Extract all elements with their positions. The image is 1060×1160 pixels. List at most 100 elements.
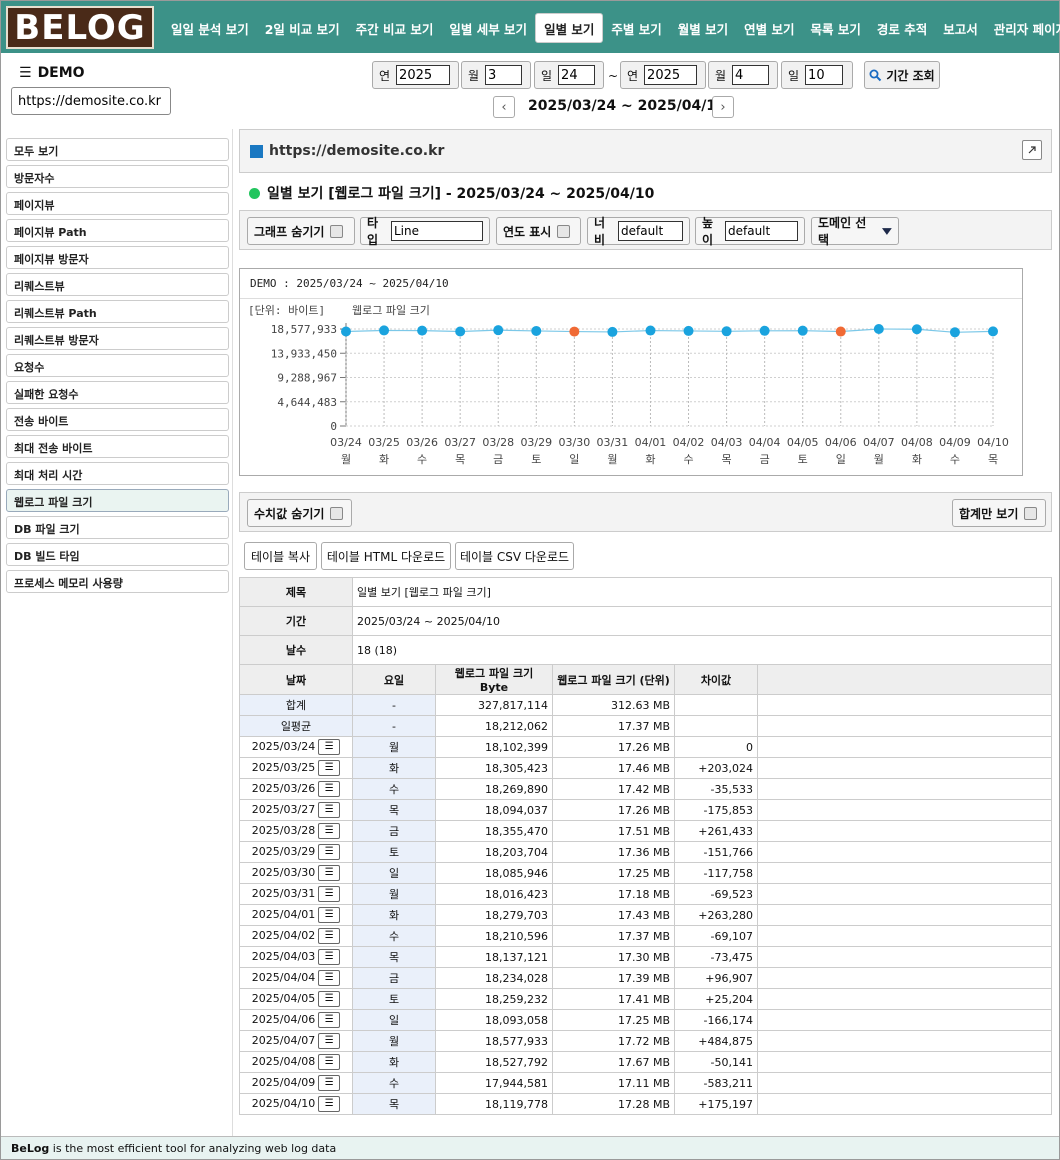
sidebar-item-4[interactable]: 페이지뷰 방문자 bbox=[6, 246, 229, 269]
row-detail-button[interactable]: ☰ bbox=[318, 886, 341, 902]
sidebar-item-15[interactable]: DB 빌드 타임 bbox=[6, 543, 229, 566]
prev-period-button[interactable]: ‹ bbox=[493, 96, 515, 118]
sidebar-item-8[interactable]: 요청수 bbox=[6, 354, 229, 377]
to-year-input[interactable] bbox=[644, 65, 698, 85]
hide-values-toggle[interactable]: 수치값 숨기기 bbox=[247, 499, 352, 527]
data-point[interactable] bbox=[569, 326, 580, 337]
col-header-unit[interactable]: 웹로그 파일 크기 (단위) bbox=[552, 664, 675, 695]
row-detail-button[interactable]: ☰ bbox=[318, 781, 341, 797]
nav-item-1[interactable]: 2일 비교 보기 bbox=[257, 13, 348, 43]
row-detail-button[interactable]: ☰ bbox=[318, 823, 341, 839]
type-input[interactable] bbox=[391, 221, 483, 241]
table-csv-download-button[interactable]: 테이블 CSV 다운로드 bbox=[455, 542, 574, 570]
data-point[interactable] bbox=[417, 325, 428, 336]
total-only-checkbox[interactable] bbox=[1024, 506, 1038, 520]
data-point[interactable] bbox=[493, 325, 504, 336]
from-day-input[interactable] bbox=[558, 65, 596, 85]
data-point[interactable] bbox=[988, 326, 998, 337]
sidebar-item-3[interactable]: 페이지뷰 Path bbox=[6, 219, 229, 242]
height-input[interactable] bbox=[725, 221, 798, 241]
from-month-input[interactable] bbox=[485, 65, 523, 85]
sidebar-item-11[interactable]: 최대 전송 바이트 bbox=[6, 435, 229, 458]
next-period-button[interactable]: › bbox=[712, 96, 734, 118]
row-detail-button[interactable]: ☰ bbox=[318, 991, 341, 1007]
sidebar-item-14[interactable]: DB 파일 크기 bbox=[6, 516, 229, 539]
nav-item-8[interactable]: 목록 보기 bbox=[803, 13, 869, 43]
sidebar-item-1[interactable]: 방문자수 bbox=[6, 165, 229, 188]
row-detail-button[interactable]: ☰ bbox=[318, 844, 341, 860]
row-detail-button[interactable]: ☰ bbox=[318, 1075, 341, 1091]
sidebar-item-10[interactable]: 전송 바이트 bbox=[6, 408, 229, 431]
col-header-dow[interactable]: 요일 bbox=[352, 664, 436, 695]
row-detail-button[interactable]: ☰ bbox=[318, 949, 341, 965]
row-detail-button[interactable]: ☰ bbox=[318, 1033, 341, 1049]
show-year-checkbox[interactable] bbox=[557, 224, 571, 238]
data-point[interactable] bbox=[683, 325, 694, 336]
row-detail-button[interactable]: ☰ bbox=[318, 1096, 341, 1112]
hide-graph-checkbox[interactable] bbox=[330, 224, 344, 238]
nav-item-9[interactable]: 경로 추적 bbox=[869, 13, 935, 43]
data-point[interactable] bbox=[873, 324, 884, 334]
belog-logo[interactable]: BELOG bbox=[6, 6, 154, 49]
menu-icon[interactable]: ☰ bbox=[19, 65, 32, 81]
row-detail-button[interactable]: ☰ bbox=[318, 1054, 341, 1070]
sidebar-item-0[interactable]: 모두 보기 bbox=[6, 138, 229, 161]
data-point[interactable] bbox=[797, 325, 808, 336]
from-year-input[interactable] bbox=[396, 65, 451, 85]
row-detail-button[interactable]: ☰ bbox=[318, 739, 341, 755]
hide-graph-toggle[interactable]: 그래프 숨기기 bbox=[247, 217, 355, 245]
data-point[interactable] bbox=[911, 324, 922, 335]
nav-item-0[interactable]: 일일 분석 보기 bbox=[163, 13, 257, 43]
nav-item-5[interactable]: 주별 보기 bbox=[603, 13, 669, 43]
nav-item-6[interactable]: 월별 보기 bbox=[670, 13, 736, 43]
table-html-download-button[interactable]: 테이블 HTML 다운로드 bbox=[321, 542, 451, 570]
sidebar-item-6[interactable]: 리퀘스트뷰 Path bbox=[6, 300, 229, 323]
data-point[interactable] bbox=[455, 326, 466, 337]
hide-values-checkbox[interactable] bbox=[330, 506, 344, 520]
data-point[interactable] bbox=[379, 325, 390, 336]
row-detail-button[interactable]: ☰ bbox=[318, 1012, 341, 1028]
site-selector[interactable]: ☰ DEMO bbox=[19, 65, 85, 81]
data-point[interactable] bbox=[341, 326, 351, 337]
col-header-diff[interactable]: 차이값 bbox=[674, 664, 758, 695]
to-day-input[interactable] bbox=[805, 65, 844, 85]
row-detail-button[interactable]: ☰ bbox=[318, 802, 341, 818]
data-point[interactable] bbox=[835, 326, 846, 337]
cell-blank bbox=[757, 946, 1052, 968]
query-period-button[interactable]: 기간 조회 bbox=[864, 61, 940, 89]
domain-select-button[interactable]: 도메인 선택 bbox=[811, 216, 899, 247]
nav-item-7[interactable]: 연별 보기 bbox=[736, 13, 802, 43]
nav-item-3[interactable]: 일별 세부 보기 bbox=[441, 13, 535, 43]
site-url-field[interactable] bbox=[11, 87, 171, 115]
nav-item-2[interactable]: 주간 비교 보기 bbox=[348, 13, 442, 43]
to-month-input[interactable] bbox=[732, 65, 770, 85]
sidebar-item-16[interactable]: 프로세스 메모리 사용량 bbox=[6, 570, 229, 593]
data-point[interactable] bbox=[531, 325, 542, 336]
table-copy-button[interactable]: 테이블 복사 bbox=[244, 542, 317, 570]
data-point[interactable] bbox=[645, 325, 656, 336]
row-detail-button[interactable]: ☰ bbox=[318, 970, 341, 986]
width-input[interactable] bbox=[618, 221, 683, 241]
col-header-date[interactable]: 날짜 bbox=[239, 664, 353, 695]
sidebar-item-9[interactable]: 실패한 요청수 bbox=[6, 381, 229, 404]
row-detail-button[interactable]: ☰ bbox=[318, 907, 341, 923]
data-point[interactable] bbox=[721, 326, 732, 337]
row-detail-button[interactable]: ☰ bbox=[318, 865, 341, 881]
row-detail-button[interactable]: ☰ bbox=[318, 760, 341, 776]
data-point[interactable] bbox=[949, 327, 960, 338]
data-point[interactable] bbox=[759, 325, 770, 336]
row-detail-button[interactable]: ☰ bbox=[318, 928, 341, 944]
show-year-toggle[interactable]: 연도 표시 bbox=[496, 217, 581, 245]
col-header-bytes[interactable]: 웹로그 파일 크기 Byte bbox=[435, 664, 553, 695]
sidebar-item-12[interactable]: 최대 처리 시간 bbox=[6, 462, 229, 485]
sidebar-item-7[interactable]: 리퀘스트뷰 방문자 bbox=[6, 327, 229, 350]
nav-item-4[interactable]: 일별 보기 bbox=[535, 13, 604, 43]
data-point[interactable] bbox=[607, 326, 618, 337]
sidebar-item-2[interactable]: 페이지뷰 bbox=[6, 192, 229, 215]
sidebar-item-5[interactable]: 리퀘스트뷰 bbox=[6, 273, 229, 296]
sidebar-item-13[interactable]: 웹로그 파일 크기 bbox=[6, 489, 229, 512]
nav-item-11[interactable]: 관리자 페이지 bbox=[986, 13, 1060, 43]
external-link-button[interactable] bbox=[1022, 140, 1042, 160]
total-only-toggle[interactable]: 합계만 보기 bbox=[952, 499, 1046, 527]
nav-item-10[interactable]: 보고서 bbox=[935, 13, 986, 43]
